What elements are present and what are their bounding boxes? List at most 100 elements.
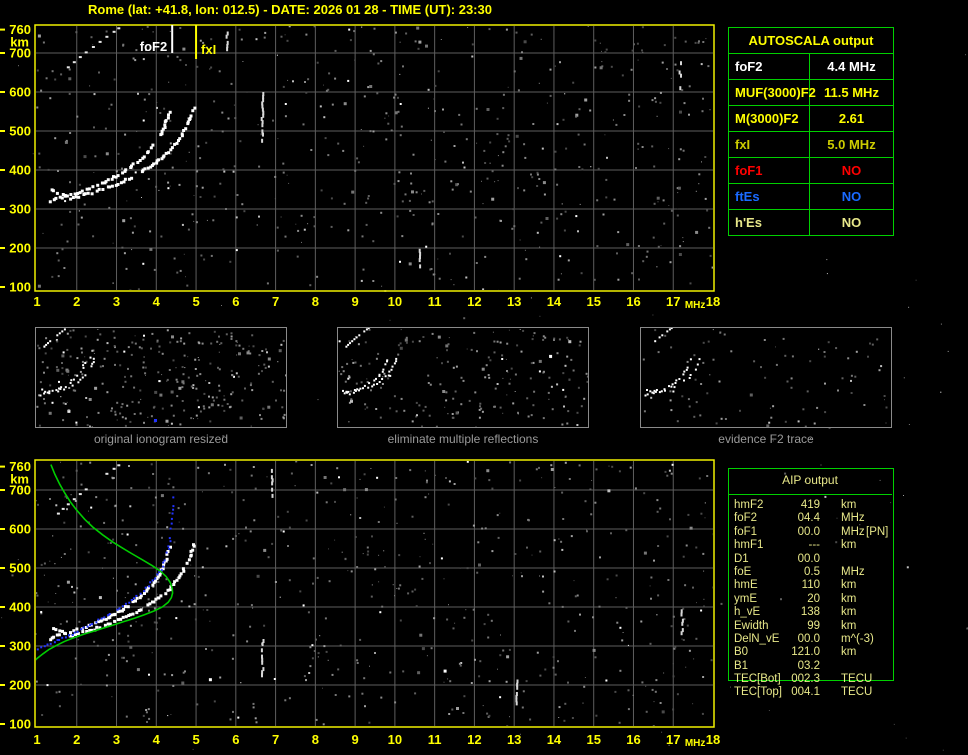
aip-label: B0 [734,646,749,659]
svg-text:200: 200 [9,678,31,693]
parameter-value: NO [841,163,862,178]
aip-value: 03.2 [797,659,820,672]
svg-text:4: 4 [153,294,161,309]
aip-row-delnve: DelN_vE 00.0 m^(-3) [734,633,906,646]
aip-note [862,620,906,633]
svg-text:km: km [10,472,29,487]
svg-text:2: 2 [73,732,80,747]
aip-note [862,593,906,606]
aip-note [862,499,906,512]
aip-label: hmF2 [734,499,764,511]
parameter-label: M(3000)F2 [729,106,810,131]
parameter-value: 5.0 MHz [827,137,876,152]
aip-unit: MHz [841,512,865,525]
thumbnail-caption-evidence: evidence F2 trace [718,432,814,446]
svg-text:400: 400 [9,600,31,615]
svg-text:17: 17 [666,294,680,309]
aip-note [862,553,906,566]
thumbnail-caption-eliminate: eliminate multiple reflections [387,432,539,446]
svg-text:16: 16 [626,294,640,309]
svg-text:13: 13 [507,294,521,309]
aip-note [862,686,906,699]
svg-text:400: 400 [9,163,31,178]
svg-text:1: 1 [33,294,40,309]
parameter-label: ftEs [729,184,810,209]
svg-text:600: 600 [9,85,31,100]
aip-value: 99 [807,619,820,632]
parameter-value: 11.5 MHz [824,85,879,100]
autoscala-row-ftes: ftEs NO [729,184,893,210]
svg-text:14: 14 [547,294,562,309]
aip-label: foE [734,565,752,578]
aip-value: 004.1 [791,686,820,699]
aip-row-b1: B1 03.2 [734,660,906,673]
svg-text:6: 6 [232,294,239,309]
aip-unit: m^(-3) [841,632,874,645]
parameter-value: NO [841,215,862,230]
aip-value: 00.0 [797,525,820,538]
aip-value: 138 [800,606,820,619]
aip-table-rows: hmF2 419 km foF2 04.4 MHz foF1 00.0 MHz [PN] hmF1-… [734,499,906,700]
aip-note [862,579,906,592]
autoscala-table-title: AUTOSCALA output [729,28,893,54]
svg-text:2: 2 [73,294,80,309]
svg-text:5: 5 [192,294,199,309]
thumbnail-evidence-f2 [640,327,892,428]
svg-text:MHz: MHz [685,738,706,749]
svg-text:600: 600 [9,522,31,537]
aip-unit: TECU [841,686,873,699]
aip-value: 00.0 [797,552,820,565]
aip-unit: TECU [841,673,873,686]
thumbnail-caption-original: original ionogram resized [93,432,229,446]
svg-text:4: 4 [153,732,161,747]
svg-text:15: 15 [586,732,600,747]
aip-unit: MHz [841,525,865,538]
svg-text:7: 7 [272,732,279,747]
svg-text:300: 300 [9,639,31,654]
svg-text:10: 10 [388,294,402,309]
svg-text:3: 3 [113,294,120,309]
svg-text:10: 10 [388,732,402,747]
aip-label: ymE [734,592,757,605]
svg-text:17: 17 [666,732,680,747]
parameter-label: MUF(3000)F2 [729,80,816,105]
aip-unit: km [841,579,857,592]
aip-row-fof2: foF2 04.4 MHz [734,512,906,525]
svg-text:9: 9 [352,732,359,747]
parameter-label: h'Es [729,210,810,235]
aip-note [862,512,906,525]
autoscala-screen: Rome (lat: +41.8, lon: 012.5) - DATE: 20… [0,0,968,755]
aip-label: Ewidth [734,619,769,632]
svg-text:12: 12 [467,732,481,747]
autoscala-row-fxi: fxI 5.0 MHz [729,132,893,158]
thumbnail-original-canvas [36,328,288,428]
aip-row-tecbot: TEC[Bot] 002.3 TECU [734,673,906,686]
aip-label: DelN_vE [734,632,780,645]
aip-label: D1 [734,552,749,565]
aip-row-yme: ymE 20 km [734,593,906,606]
aip-label: TEC[Bot] [734,673,781,686]
aip-value: 04.4 [797,512,820,525]
aip-label: hmF1 [734,539,764,552]
aip-unit: km [841,606,857,619]
aip-label: hmE [734,579,758,592]
aip-unit: km [841,539,857,552]
aip-unit: km [841,592,857,605]
parameter-label: foF1 [729,158,810,183]
svg-text:18: 18 [706,294,720,309]
aip-label: foF1 [734,525,758,538]
parameter-label: fxI [729,132,810,157]
svg-text:MHz: MHz [685,300,706,311]
aip-value: 20 [807,592,820,605]
aip-unit: km [841,499,857,511]
parameter-value: 4.4 MHz [827,59,876,74]
thumbnail-evidence-canvas [642,327,888,428]
aip-note: [PN] [866,525,889,538]
aip-value: 110 [801,579,820,592]
aip-note [862,539,906,552]
aip-row-tectop: TEC[Top] 004.1 TECU [734,686,906,699]
aip-value: 419 [800,499,820,511]
parameter-value: NO [841,189,862,204]
aip-value: 002.3 [791,673,820,686]
aip-row-hve: h_vE 138 km [734,606,906,619]
